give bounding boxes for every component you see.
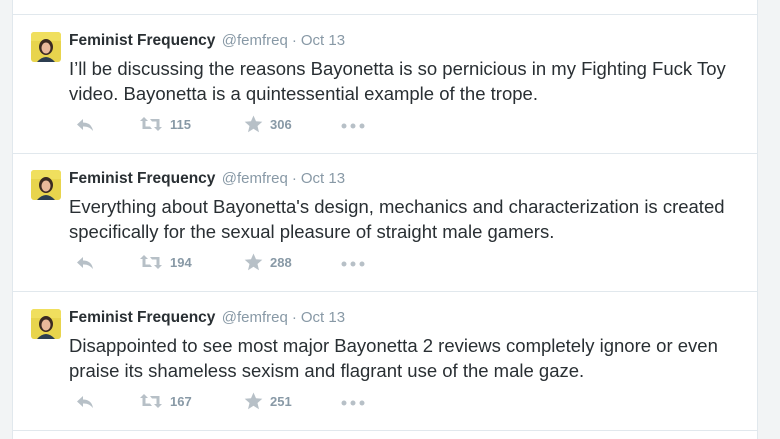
reply-button[interactable]	[75, 394, 95, 410]
star-icon	[244, 392, 263, 410]
separator: ·	[291, 309, 297, 326]
star-icon	[244, 115, 263, 133]
favorite-button[interactable]: 251	[244, 392, 292, 410]
tweet-text: Disappointed to see most major Bayonetta…	[69, 335, 718, 381]
avatar[interactable]	[31, 309, 61, 339]
tweet-header: Feminist Frequency @femfreq · Oct 13	[69, 170, 345, 190]
separator: ·	[291, 170, 297, 187]
tweet[interactable]: Feminist Frequency @femfreq · Oct 13 Disap…	[13, 292, 757, 431]
tweet-timeline: Feminist Frequency @femfreq · Oct 13 I’ll …	[12, 0, 758, 439]
more-icon	[341, 400, 365, 406]
display-name[interactable]: Feminist Frequency	[69, 32, 215, 49]
favorite-button[interactable]: 288	[244, 253, 292, 271]
username[interactable]: @femfreq	[222, 170, 288, 187]
more-button[interactable]	[341, 123, 365, 129]
retweet-button[interactable]: 115	[139, 116, 191, 132]
retweet-icon	[140, 255, 162, 269]
reply-icon	[77, 119, 93, 131]
reply-icon	[77, 396, 93, 408]
reply-button[interactable]	[75, 255, 95, 271]
tweet-text: Everything about Bayonetta's design, mec…	[69, 196, 725, 242]
avatar[interactable]	[31, 170, 61, 200]
retweet-button[interactable]: 194	[139, 254, 192, 270]
tweet[interactable]: Feminist Frequency @femfreq · Oct 13 I’ll …	[13, 15, 757, 154]
favorite-count: 251	[270, 393, 292, 409]
reply-icon	[77, 257, 93, 269]
favorite-count: 306	[270, 116, 292, 132]
username[interactable]: @femfreq	[222, 32, 288, 49]
avatar[interactable]	[31, 32, 61, 62]
favorite-button[interactable]: 306	[244, 115, 292, 133]
retweet-button[interactable]: 167	[139, 393, 192, 409]
tweet-header: Feminist Frequency @femfreq · Oct 13	[69, 309, 345, 329]
separator: ·	[291, 32, 297, 49]
username[interactable]: @femfreq	[222, 309, 288, 326]
more-button[interactable]	[341, 261, 365, 267]
retweet-count: 194	[170, 254, 192, 270]
retweet-count: 115	[170, 116, 191, 132]
star-icon	[244, 253, 263, 271]
retweet-icon	[140, 117, 162, 131]
tweet[interactable]: Feminist Frequency @femfreq · Oct 13 Every…	[13, 153, 757, 292]
display-name[interactable]: Feminist Frequency	[69, 170, 215, 187]
timestamp[interactable]: Oct 13	[301, 309, 345, 326]
tweet-header: Feminist Frequency @femfreq · Oct 13	[69, 32, 345, 52]
more-button[interactable]	[341, 400, 365, 406]
more-icon	[341, 261, 365, 267]
display-name[interactable]: Feminist Frequency	[69, 309, 215, 326]
retweet-count: 167	[170, 393, 192, 409]
timestamp[interactable]: Oct 13	[301, 170, 345, 187]
tweet-text: I’ll be discussing the reasons Bayonetta…	[69, 58, 726, 104]
more-icon	[341, 123, 365, 129]
favorite-count: 288	[270, 254, 292, 270]
reply-button[interactable]	[75, 117, 95, 133]
timestamp[interactable]: Oct 13	[301, 32, 345, 49]
retweet-icon	[140, 394, 162, 408]
